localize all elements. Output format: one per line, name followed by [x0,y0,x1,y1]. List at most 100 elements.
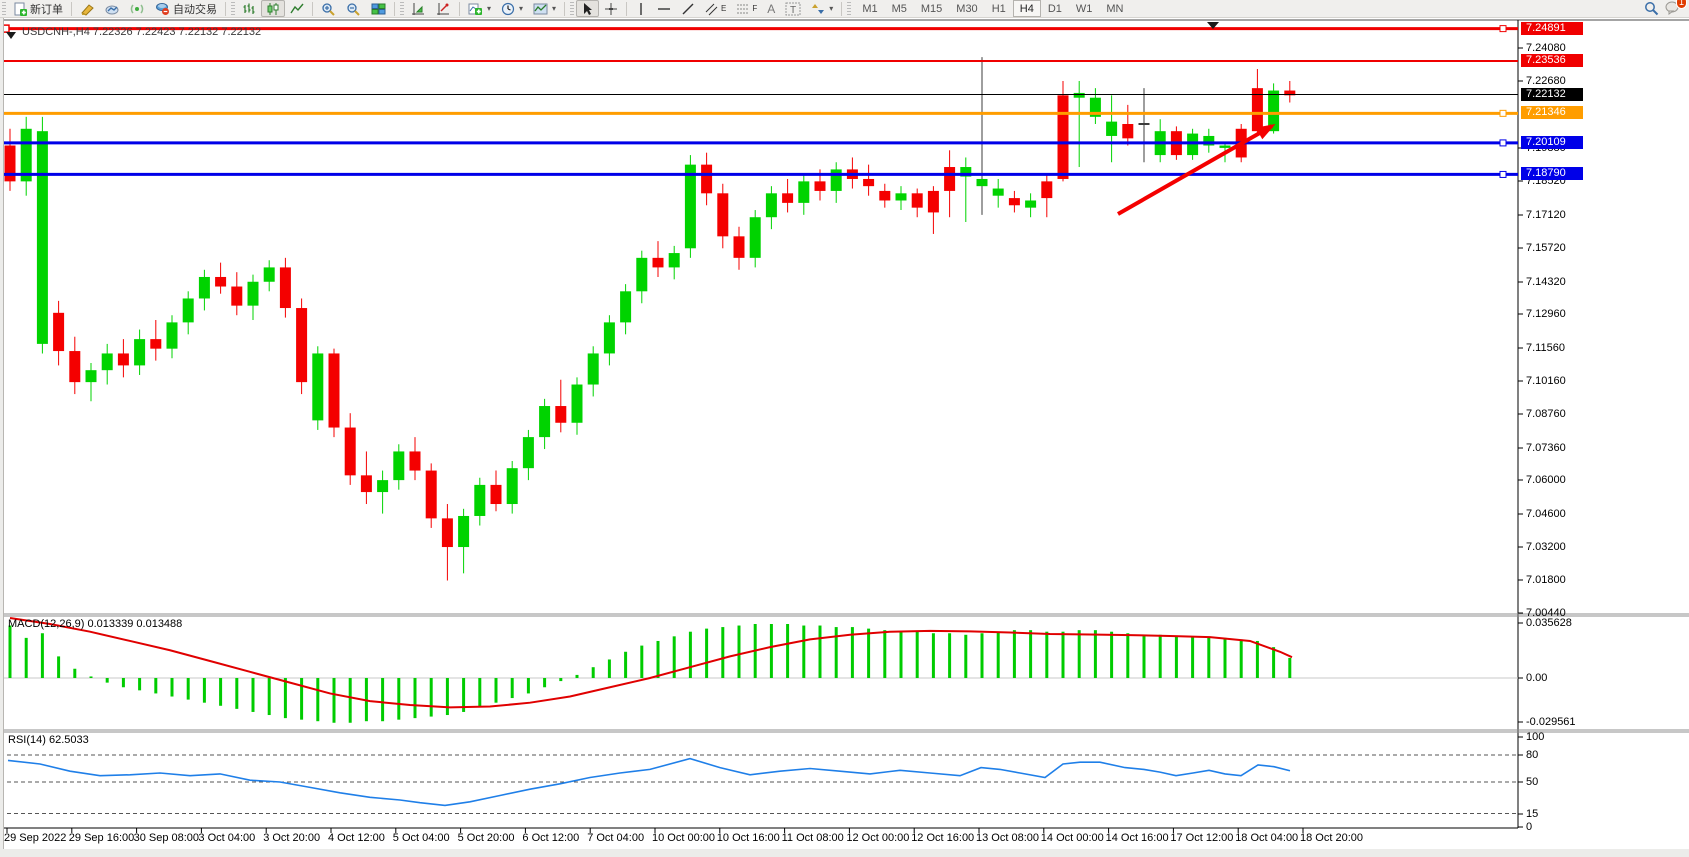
bar-chart-icon [242,2,256,16]
candle-body [620,291,631,322]
price-badge: 7.18790 [1521,167,1583,180]
candle-body [5,146,16,182]
candle-body [993,189,1004,196]
timeframe-button-d1[interactable]: D1 [1041,0,1069,17]
candle-body [442,518,453,547]
text-tool-label: A [767,2,775,16]
separator [564,2,565,16]
crayon-tool-button[interactable] [75,0,100,17]
candle-body [1220,146,1231,148]
separator [312,2,313,16]
line-handle[interactable] [1500,140,1506,146]
candle-body [685,165,696,249]
candle-body [329,353,340,427]
crosshair-profile-button[interactable] [431,0,456,17]
separator [71,2,72,16]
candle-body [507,468,518,504]
channel-tool-button[interactable]: E [700,0,731,17]
price-scale-label: 7.11560 [1526,342,1565,354]
template-button[interactable]: ▾ [528,0,561,17]
auto-trading-button[interactable]: 自动交易 [150,0,222,17]
indicator-scale-label: 50 [1526,776,1538,788]
signal-icon [130,2,145,16]
timeframe-button-m5[interactable]: M5 [885,0,914,17]
crosshair-tool-button[interactable] [599,0,623,17]
toolbar-grip[interactable] [2,2,6,16]
timeframe-button-mn[interactable]: MN [1099,0,1130,17]
time-scale-label: 18 Oct 20:00 [1300,832,1363,844]
price-badge: 7.24891 [1521,22,1583,35]
price-scale-label: 7.08760 [1526,408,1566,420]
vertical-line-tool-button[interactable] [630,0,652,17]
notifications-button[interactable]: 1 [1665,0,1681,18]
line-handle[interactable] [1500,171,1506,177]
candle-body [653,258,664,268]
zoom-out-button[interactable] [341,0,366,17]
add-indicator-icon [468,2,483,16]
new-order-icon [13,2,27,16]
indicator-scale-label: -0.029561 [1526,716,1576,728]
timeframe-button-h1[interactable]: H1 [985,0,1013,17]
arrows-tool-button[interactable]: ▾ [806,0,838,17]
candle-body [539,406,550,437]
dropdown-caret: ▾ [519,4,523,13]
bar-chart-mode-button[interactable] [237,0,261,17]
timeframe-button-w1[interactable]: W1 [1069,0,1100,17]
candle-body [523,437,534,468]
add-indicator-button[interactable]: ▾ [463,0,496,17]
tile-windows-button[interactable] [366,0,391,17]
candle-body [879,191,890,201]
symbol-dropdown-triangle[interactable] [6,32,16,39]
fibonacci-tool-button[interactable]: F [731,0,762,17]
time-scale-label: 7 Oct 04:00 [587,832,644,844]
candle-body [815,181,826,191]
zoom-in-button[interactable] [316,0,341,17]
line-handle[interactable] [1500,26,1506,32]
timeframe-button-h4[interactable]: H4 [1013,0,1041,17]
search-icon[interactable] [1644,1,1659,16]
chart-canvas[interactable] [0,18,1689,857]
cursor-tool-button[interactable] [576,0,599,17]
timeframe-button-m30[interactable]: M30 [949,0,984,17]
signal-button[interactable] [125,0,150,17]
trendline-tool-button[interactable] [676,0,700,17]
candle-body [1025,200,1036,207]
profile-button[interactable] [406,0,431,17]
line-handle[interactable] [1500,110,1506,116]
text-label-tool-button[interactable]: T [780,0,806,17]
price-scale-label: 7.14320 [1526,276,1566,288]
candle-body [977,179,988,186]
price-scale-label: 7.01800 [1526,574,1566,586]
period-button[interactable]: ▾ [496,0,528,17]
dropdown-caret: ▾ [487,4,491,13]
horizontal-line-tool-button[interactable] [652,0,676,17]
indicator-scale-label: 0.035628 [1526,617,1572,629]
text-tool-button[interactable]: A [762,0,780,17]
candle-body [118,353,129,365]
timeframe-button-m1[interactable]: M1 [855,0,884,17]
candle-body [750,217,761,258]
zoom-in-icon [321,2,336,16]
time-scale-label: 11 Oct 08:00 [782,832,844,844]
timeframe-button-m15[interactable]: M15 [914,0,949,17]
time-scale-label: 12 Oct 16:00 [911,832,974,844]
toolbar-grip[interactable] [400,2,404,16]
toolbar-grip[interactable] [847,2,851,16]
line-chart-mode-button[interactable] [285,0,309,17]
candle-body [491,485,502,504]
candle-chart-mode-button[interactable] [261,0,285,17]
price-scale-label: 7.06000 [1526,474,1566,486]
macd-label: MACD(12,26,9) 0.013339 0.013488 [8,618,182,630]
chart-window-button[interactable] [100,0,125,17]
candle-body [150,339,161,349]
toolbar-grip[interactable] [231,2,235,16]
text-label-icon: T [785,2,801,16]
candle-body [831,169,842,191]
candle-body [183,298,194,322]
indicator-scale-label: 0 [1526,821,1532,833]
dropdown-caret: ▾ [552,4,556,13]
chart-window[interactable]: USDCNH-,H4 7.22326 7.22423 7.22132 7.221… [0,18,1689,857]
toolbar-grip[interactable] [570,2,574,16]
new-order-button[interactable]: 新订单 [8,0,68,17]
candle-body [199,277,210,299]
